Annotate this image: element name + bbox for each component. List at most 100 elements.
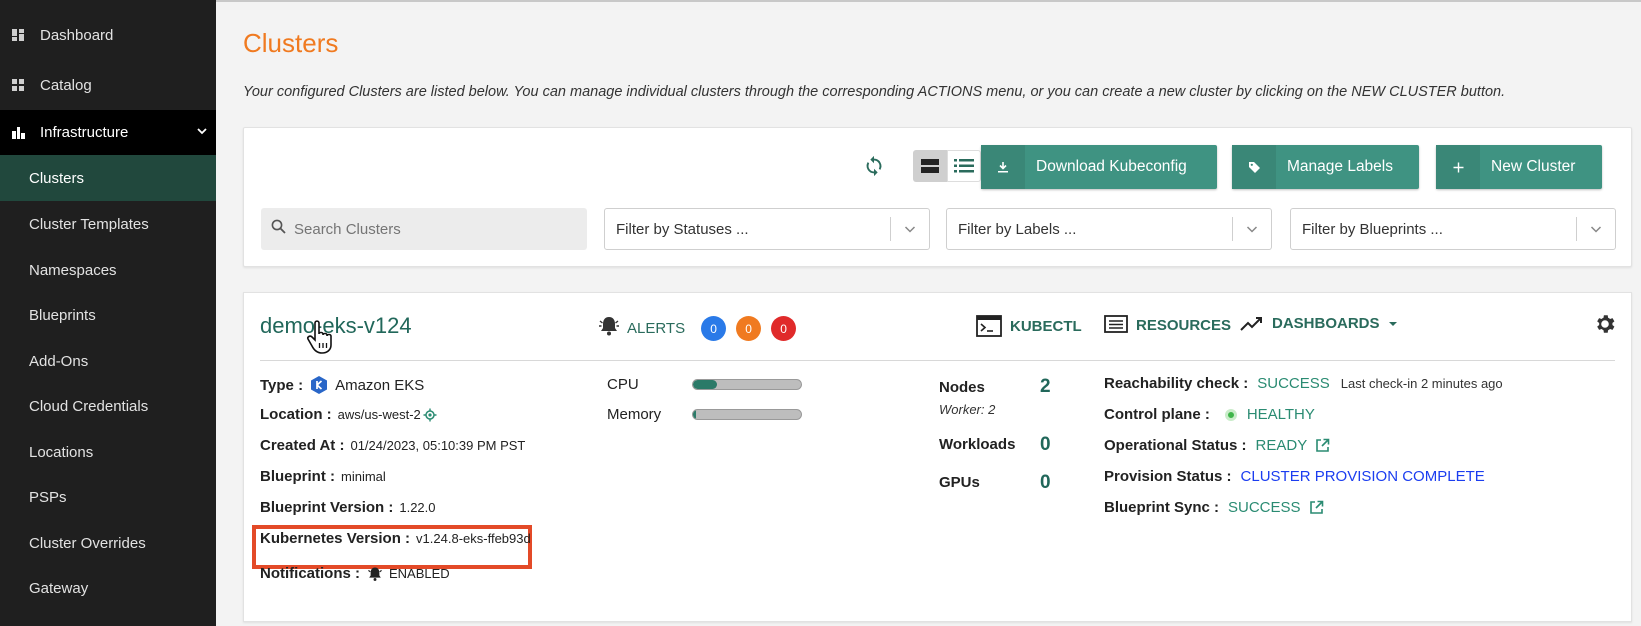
new-cluster-button[interactable]: New Cluster bbox=[1436, 145, 1602, 189]
cluster-card: demo-eks-v124 ALERTS 0 0 0 KUBECTL RESOU… bbox=[243, 292, 1632, 622]
sidebar-item-cloud-credentials[interactable]: Cloud Credentials bbox=[0, 383, 216, 429]
sidebar-item-infrastructure[interactable]: Infrastructure bbox=[0, 110, 216, 156]
filter-blueprints-select[interactable]: Filter by Blueprints ... bbox=[1290, 208, 1616, 250]
tag-icon bbox=[1232, 145, 1276, 189]
sidebar-item-dashboard[interactable]: Dashboard bbox=[0, 12, 216, 58]
sidebar-item-label: Infrastructure bbox=[40, 124, 129, 141]
plus-icon bbox=[1436, 145, 1480, 189]
sidebar-item-label: Dashboard bbox=[40, 26, 114, 44]
sidebar-item-label: Cloud Credentials bbox=[29, 397, 149, 415]
filter-labels-select[interactable]: Filter by Labels ... bbox=[946, 208, 1272, 250]
filter-statuses-select[interactable]: Filter by Statuses ... bbox=[604, 208, 930, 250]
sidebar-item-psps[interactable]: PSPs bbox=[0, 474, 216, 520]
control-plane-status: Control plane : HEALTHY bbox=[1104, 406, 1315, 423]
download-kubeconfig-button[interactable]: Download Kubeconfig bbox=[981, 145, 1217, 189]
sidebar-item-catalog[interactable]: Catalog bbox=[0, 62, 216, 108]
sidebar-item-label: PSPs bbox=[29, 488, 67, 506]
card-view-button[interactable] bbox=[913, 150, 947, 182]
workloads-label: Workloads bbox=[939, 436, 1016, 453]
sidebar-item-add-ons[interactable]: Add-Ons bbox=[0, 338, 216, 384]
resources-link[interactable]: RESOURCES bbox=[1104, 315, 1231, 335]
search-input[interactable] bbox=[294, 220, 564, 238]
catalog-icon bbox=[11, 78, 25, 92]
search-icon bbox=[271, 219, 286, 239]
bell-icon bbox=[597, 315, 621, 342]
sidebar-item-label: Clusters bbox=[29, 169, 85, 187]
refresh-icon[interactable] bbox=[863, 155, 885, 182]
dashboards-dropdown[interactable]: DASHBOARDS bbox=[1240, 315, 1398, 332]
alerts-group[interactable]: ALERTS 0 0 0 bbox=[597, 315, 806, 342]
sidebar-item-gateway[interactable]: Gateway bbox=[0, 565, 216, 611]
external-link-icon[interactable] bbox=[1315, 438, 1330, 453]
type-field: Type : Amazon EKS bbox=[260, 375, 425, 395]
chevron-down-icon bbox=[1233, 222, 1271, 236]
cpu-usage-fill bbox=[693, 380, 717, 389]
memory-usage-fill bbox=[693, 410, 697, 419]
page-title: Clusters bbox=[243, 28, 339, 58]
manage-labels-button[interactable]: Manage Labels bbox=[1232, 145, 1419, 189]
sidebar-item-label: Blueprints bbox=[29, 306, 96, 324]
pointer-hand-icon bbox=[306, 319, 338, 360]
sidebar-item-label: Catalog bbox=[40, 76, 92, 94]
infrastructure-icon bbox=[11, 126, 25, 140]
gear-icon[interactable] bbox=[1593, 312, 1617, 341]
alert-count-badge[interactable]: 0 bbox=[701, 316, 727, 341]
sidebar-item-label: Cluster Templates bbox=[29, 215, 149, 233]
notifications-field: Notifications : ENABLED bbox=[260, 565, 450, 582]
cpu-usage-bar bbox=[692, 379, 802, 390]
trending-icon bbox=[1240, 316, 1264, 332]
sidebar-item-label: Locations bbox=[29, 443, 94, 461]
sidebar: Dashboard Catalog Infrastructure Cluster… bbox=[0, 0, 216, 626]
nodes-label: Nodes bbox=[939, 379, 985, 396]
sidebar-item-label: Add-Ons bbox=[29, 352, 89, 370]
cpu-label: CPU bbox=[607, 376, 639, 393]
blueprint-field: Blueprint : minimal bbox=[260, 468, 386, 485]
sidebar-item-cluster-overrides[interactable]: Cluster Overrides bbox=[0, 520, 216, 566]
sidebar-item-locations[interactable]: Locations bbox=[0, 429, 216, 475]
resources-icon bbox=[1104, 315, 1128, 335]
sidebar-item-cluster-templates[interactable]: Cluster Templates bbox=[0, 201, 216, 247]
alert-count-badge[interactable]: 0 bbox=[736, 316, 762, 341]
blueprint-sync-status: Blueprint Sync : SUCCESS bbox=[1104, 499, 1324, 516]
card-view-icon bbox=[921, 159, 939, 173]
gpus-label: GPUs bbox=[939, 474, 980, 491]
list-view-button[interactable] bbox=[947, 150, 981, 182]
page-description: Your configured Clusters are listed belo… bbox=[243, 84, 1506, 100]
health-dot-icon bbox=[1224, 408, 1237, 421]
created-at-field: Created At : 01/24/2023, 05:10:39 PM PST bbox=[260, 437, 526, 454]
list-view-icon bbox=[954, 159, 974, 173]
kubectl-link[interactable]: KUBECTL bbox=[976, 315, 1082, 337]
terminal-icon bbox=[976, 315, 1002, 337]
caret-down-icon bbox=[1388, 315, 1398, 332]
chevron-down-icon bbox=[196, 124, 208, 141]
filter-toolbar: Download Kubeconfig Manage Labels New Cl… bbox=[243, 127, 1632, 267]
workloads-count[interactable]: 0 bbox=[1040, 434, 1051, 456]
provision-status: Provision Status : CLUSTER PROVISION COM… bbox=[1104, 468, 1485, 485]
location-field: Location : aws/us-west-2 bbox=[260, 406, 437, 423]
kubernetes-version-field: Kubernetes Version : v1.24.8-eks-ffeb93d bbox=[260, 530, 531, 547]
chevron-down-icon bbox=[1577, 222, 1615, 236]
sidebar-item-label: Namespaces bbox=[29, 261, 117, 279]
sidebar-item-clusters[interactable]: Clusters bbox=[0, 155, 216, 201]
memory-usage-bar bbox=[692, 409, 802, 420]
memory-label: Memory bbox=[607, 406, 662, 423]
nodes-count[interactable]: 2 bbox=[1040, 376, 1051, 398]
gpus-count: 0 bbox=[1040, 472, 1051, 493]
alert-count-badge[interactable]: 0 bbox=[771, 316, 797, 341]
sidebar-item-blueprints[interactable]: Blueprints bbox=[0, 292, 216, 338]
blueprint-version-field: Blueprint Version : 1.22.0 bbox=[260, 499, 436, 516]
eks-icon bbox=[309, 375, 329, 395]
chevron-down-icon bbox=[891, 222, 929, 236]
external-link-icon[interactable] bbox=[1309, 500, 1324, 515]
reachability-status: Reachability check : SUCCESS Last check-… bbox=[1104, 375, 1503, 392]
search-clusters[interactable] bbox=[261, 208, 587, 250]
operational-status: Operational Status : READY bbox=[1104, 437, 1330, 454]
dashboard-icon bbox=[11, 28, 25, 42]
bell-icon bbox=[366, 566, 384, 582]
worker-count: Worker: 2 bbox=[939, 402, 996, 417]
sidebar-item-namespaces[interactable]: Namespaces bbox=[0, 247, 216, 293]
main-content: Clusters Your configured Clusters are li… bbox=[216, 0, 1641, 626]
location-target-icon[interactable] bbox=[423, 408, 437, 422]
sidebar-item-label: Cluster Overrides bbox=[29, 534, 146, 552]
download-icon bbox=[981, 145, 1025, 189]
